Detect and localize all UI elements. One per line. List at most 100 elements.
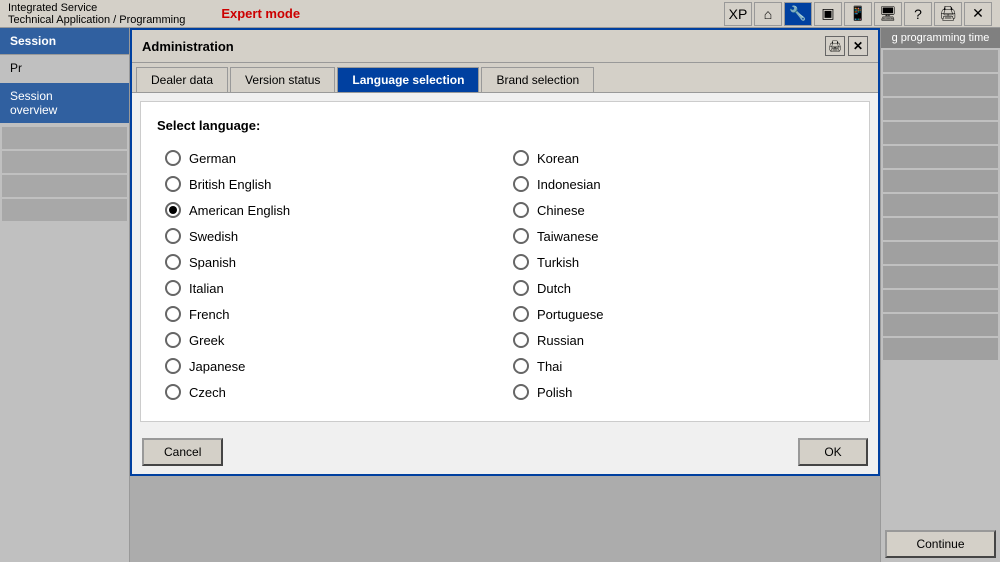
tab-dealer-data[interactable]: Dealer data <box>136 67 228 92</box>
top-bar: Integrated Service Technical Application… <box>0 0 1000 28</box>
radio-portuguese[interactable] <box>513 306 529 322</box>
language-british-english[interactable]: British English <box>157 171 505 197</box>
language-thai[interactable]: Thai <box>505 353 853 379</box>
display-icon[interactable]: ▣ <box>814 2 842 26</box>
language-chinese[interactable]: Chinese <box>505 197 853 223</box>
bar-12 <box>883 314 998 336</box>
bar-9 <box>883 242 998 264</box>
language-russian[interactable]: Russian <box>505 327 853 353</box>
radio-korean[interactable] <box>513 150 529 166</box>
sidebar-gray-4 <box>2 199 127 221</box>
language-polish[interactable]: Polish <box>505 379 853 405</box>
language-portuguese[interactable]: Portuguese <box>505 301 853 327</box>
radio-french[interactable] <box>165 306 181 322</box>
dialog-footer: Cancel OK <box>132 430 878 474</box>
tab-language-selection[interactable]: Language selection <box>337 67 479 92</box>
help-icon[interactable]: ? <box>904 2 932 26</box>
bar-7 <box>883 194 998 216</box>
right-panel-bars <box>881 48 1000 362</box>
dialog-body: Select language: German British <box>140 101 870 422</box>
bar-6 <box>883 170 998 192</box>
language-taiwanese[interactable]: Taiwanese <box>505 223 853 249</box>
pr-tab[interactable]: Pr <box>0 54 129 81</box>
bar-11 <box>883 290 998 312</box>
radio-spanish[interactable] <box>165 254 181 270</box>
sidebar: Session Pr Sessionoverview <box>0 28 130 562</box>
language-japanese[interactable]: Japanese <box>157 353 505 379</box>
language-swedish[interactable]: Swedish <box>157 223 505 249</box>
bar-2 <box>883 74 998 96</box>
dialog-titlebar-icons: 🖨 ✕ <box>825 36 868 56</box>
radio-american-english[interactable] <box>165 202 181 218</box>
sidebar-gray-area <box>0 125 129 562</box>
main-layout: Session Pr Sessionoverview Session: – Ad… <box>0 28 1000 562</box>
radio-russian[interactable] <box>513 332 529 348</box>
dialog-overlay: Administration 🖨 ✕ Dealer data Version s… <box>130 28 880 562</box>
language-german[interactable]: German <box>157 145 505 171</box>
language-indonesian[interactable]: Indonesian <box>505 171 853 197</box>
language-french[interactable]: French <box>157 301 505 327</box>
language-column-right: Korean Indonesian Chinese <box>505 145 853 405</box>
radio-greek[interactable] <box>165 332 181 348</box>
language-american-english[interactable]: American English <box>157 197 505 223</box>
bar-1 <box>883 50 998 72</box>
bar-10 <box>883 266 998 288</box>
right-side-panel: g programming time Continue <box>880 28 1000 562</box>
language-grid: German British English American English <box>157 145 853 405</box>
radio-thai[interactable] <box>513 358 529 374</box>
language-czech[interactable]: Czech <box>157 379 505 405</box>
tools-icon[interactable]: 🔧 <box>784 2 812 26</box>
dialog-print-icon[interactable]: 🖨 <box>825 36 845 56</box>
language-turkish[interactable]: Turkish <box>505 249 853 275</box>
language-korean[interactable]: Korean <box>505 145 853 171</box>
radio-indonesian[interactable] <box>513 176 529 192</box>
radio-british-english[interactable] <box>165 176 181 192</box>
radio-taiwanese[interactable] <box>513 228 529 244</box>
continue-button[interactable]: Continue <box>885 530 996 558</box>
radio-czech[interactable] <box>165 384 181 400</box>
bar-3 <box>883 98 998 120</box>
sidebar-gray-2 <box>2 151 127 173</box>
programming-time-header: g programming time <box>881 28 1000 48</box>
radio-polish[interactable] <box>513 384 529 400</box>
tab-brand-selection[interactable]: Brand selection <box>481 67 594 92</box>
cancel-button[interactable]: Cancel <box>142 438 223 466</box>
bar-4 <box>883 122 998 144</box>
bar-13 <box>883 338 998 360</box>
select-language-label: Select language: <box>157 118 853 133</box>
radio-turkish[interactable] <box>513 254 529 270</box>
expert-mode-label: Expert mode <box>221 6 300 21</box>
administration-dialog: Administration 🖨 ✕ Dealer data Version s… <box>130 28 880 476</box>
sidebar-gray-1 <box>2 127 127 149</box>
radio-dutch[interactable] <box>513 280 529 296</box>
tab-version-status[interactable]: Version status <box>230 67 335 92</box>
content-area: Session: – Administration 🖨 ✕ <box>130 28 1000 562</box>
session-overview-item[interactable]: Sessionoverview <box>0 83 129 123</box>
top-bar-icons: XP ⌂ 🔧 ▣ 📱 🖥 ? 🖨 ✕ <box>724 2 992 26</box>
ok-button[interactable]: OK <box>798 438 868 466</box>
monitor-icon[interactable]: 🖥 <box>874 2 902 26</box>
dialog-title: Administration <box>142 39 234 54</box>
radio-swedish[interactable] <box>165 228 181 244</box>
language-spanish[interactable]: Spanish <box>157 249 505 275</box>
bar-5 <box>883 146 998 168</box>
sidebar-gray-3 <box>2 175 127 197</box>
close-icon[interactable]: ✕ <box>964 2 992 26</box>
app-title: Integrated Service Technical Application… <box>8 2 185 26</box>
language-column-left: German British English American English <box>157 145 505 405</box>
radio-chinese[interactable] <box>513 202 529 218</box>
radio-japanese[interactable] <box>165 358 181 374</box>
home-icon[interactable]: ⌂ <box>754 2 782 26</box>
xp-button[interactable]: XP <box>724 2 752 26</box>
bar-8 <box>883 218 998 240</box>
language-dutch[interactable]: Dutch <box>505 275 853 301</box>
session-tab[interactable]: Session <box>0 28 129 54</box>
dialog-close-button[interactable]: ✕ <box>848 36 868 56</box>
language-italian[interactable]: Italian <box>157 275 505 301</box>
phone-icon[interactable]: 📱 <box>844 2 872 26</box>
radio-italian[interactable] <box>165 280 181 296</box>
print-icon[interactable]: 🖨 <box>934 2 962 26</box>
main-content: Session: – Administration 🖨 ✕ <box>130 28 880 562</box>
language-greek[interactable]: Greek <box>157 327 505 353</box>
radio-german[interactable] <box>165 150 181 166</box>
